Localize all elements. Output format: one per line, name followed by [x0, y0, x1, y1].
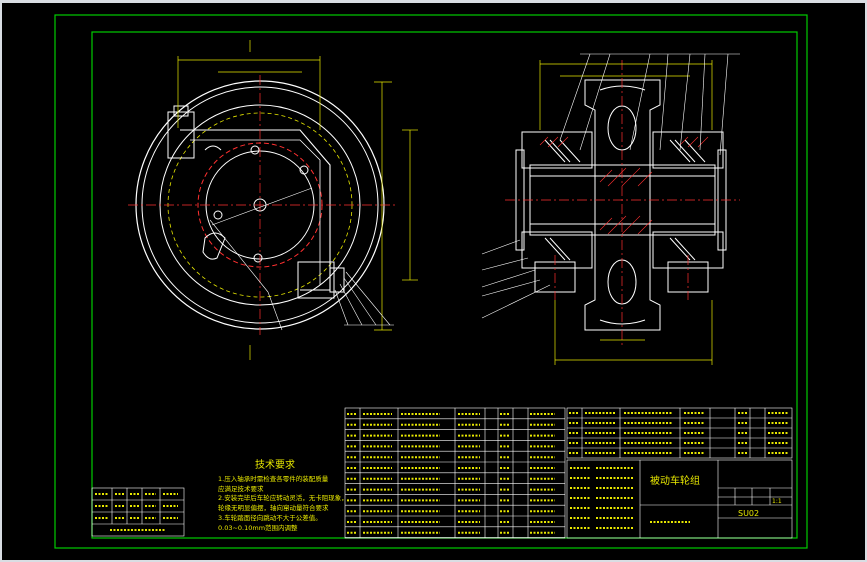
drawing-title: 被动车轮组	[650, 474, 700, 487]
tech-req-line: 3.车轮踏面径向跳动不大于公差值。	[218, 513, 322, 522]
scale-ratio: 1:1	[772, 498, 782, 505]
tech-req-line: 0.03~0.10mm范围内调整	[218, 523, 298, 532]
tech-req-line: 2.安装完毕后车轮应转动灵活，无卡阻现象，	[218, 493, 348, 502]
tech-req-line: 轮缘无明显偏摆，轴向窜动量符合要求	[218, 503, 329, 512]
drawing-background	[2, 3, 865, 560]
cad-drawing-canvas: 技术要求 1.压入轴承时需检查各零件的装配质量 应满足技术要求 2.安装完毕后车…	[2, 3, 865, 560]
tech-req-line: 应满足技术要求	[218, 484, 264, 493]
drawing-number: SU02	[738, 509, 759, 518]
tech-req-title: 技术要求	[255, 458, 295, 471]
tech-req-line: 1.压入轴承时需检查各零件的装配质量	[218, 474, 329, 483]
